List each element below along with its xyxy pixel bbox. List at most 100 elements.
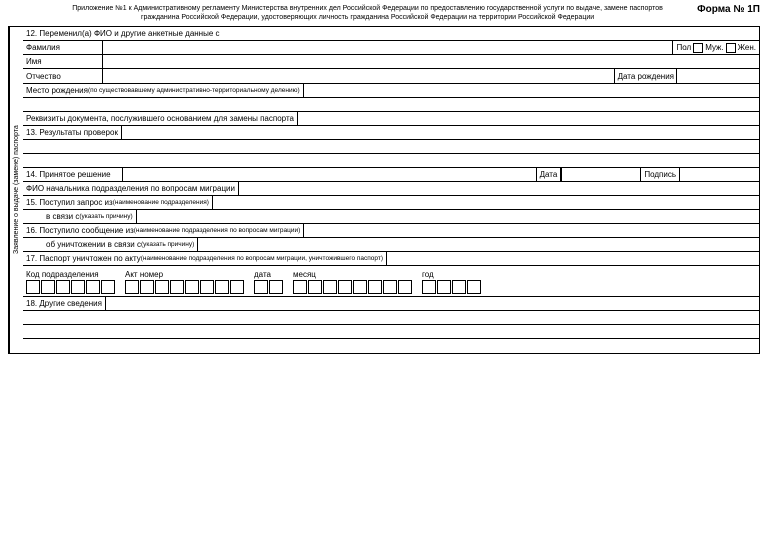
muz-checkbox[interactable] bbox=[693, 43, 703, 53]
familiya-row: Фамилия Пол Муж. Жен. bbox=[23, 41, 759, 55]
unich-row: об уничтожении в связи с (указать причин… bbox=[23, 238, 759, 252]
data-box-2[interactable] bbox=[269, 280, 283, 294]
data-code-boxes bbox=[254, 280, 283, 294]
akt-nomer-block: Акт номер bbox=[125, 270, 244, 294]
akt-box-7[interactable] bbox=[215, 280, 229, 294]
kod-pod-boxes bbox=[26, 280, 115, 294]
podpis-value[interactable] bbox=[679, 168, 759, 181]
otchestvo-label: Отчество bbox=[23, 69, 103, 83]
svyazi-label-text: в связи с bbox=[46, 212, 79, 221]
familiya-label: Фамилия bbox=[23, 41, 103, 54]
god-box-3[interactable] bbox=[452, 280, 466, 294]
kod-box-3[interactable] bbox=[56, 280, 70, 294]
sec14-label: 14. Принятое решение bbox=[23, 168, 123, 181]
muz-label: Муж. bbox=[705, 43, 723, 52]
mesyac-box-3[interactable] bbox=[323, 280, 337, 294]
unich-value[interactable] bbox=[197, 238, 759, 251]
akt-box-6[interactable] bbox=[200, 280, 214, 294]
sec18-value[interactable] bbox=[106, 297, 759, 310]
pol-block: Пол Муж. Жен. bbox=[673, 41, 759, 54]
kod-box-2[interactable] bbox=[41, 280, 55, 294]
kod-box-6[interactable] bbox=[101, 280, 115, 294]
data-rozhdeniya-label: Дата рождения bbox=[618, 72, 674, 81]
mesto-rozhdeniya-value[interactable] bbox=[303, 84, 759, 97]
akt-box-4[interactable] bbox=[170, 280, 184, 294]
sec13-row: 13. Результаты проверок bbox=[23, 126, 759, 140]
final-row-2 bbox=[23, 325, 759, 339]
imya-value[interactable] bbox=[103, 55, 759, 68]
rekvizity-value[interactable] bbox=[297, 112, 759, 125]
final-row-3 bbox=[23, 339, 759, 353]
sec18-label: 18. Другие сведения bbox=[23, 297, 106, 310]
sec14-row: 14. Принятое решение Дата Подпись bbox=[23, 168, 759, 182]
mesto-rozhdeniya-label: Место рождения (по существовавшему админ… bbox=[23, 84, 303, 97]
mesto-label-text: Место рождения bbox=[26, 86, 88, 95]
sec12-header-text: 12. Переменил(а) ФИО и другие анкетные д… bbox=[26, 29, 220, 38]
zhen-label: Жен. bbox=[738, 43, 756, 52]
sec17-sub-text: (наименование подразделения по вопросам … bbox=[141, 255, 383, 262]
data-rozhdeniya-value[interactable] bbox=[676, 69, 756, 83]
kod-box-4[interactable] bbox=[71, 280, 85, 294]
mesyac-box-8[interactable] bbox=[398, 280, 412, 294]
kod-pod-label: Код подразделения bbox=[26, 270, 115, 279]
sec18-row: 18. Другие сведения bbox=[23, 297, 759, 311]
god-boxes bbox=[422, 280, 481, 294]
sec14-value[interactable] bbox=[123, 168, 537, 181]
sec13-value[interactable] bbox=[121, 126, 759, 139]
sec16-value[interactable] bbox=[303, 224, 759, 237]
svyazi-indent bbox=[23, 210, 43, 223]
svyazi-value[interactable] bbox=[136, 210, 759, 223]
unich-sub-text: (указать причину) bbox=[141, 241, 194, 248]
akt-box-1[interactable] bbox=[125, 280, 139, 294]
sec17-value[interactable] bbox=[386, 252, 759, 265]
sec16-label-text: 16. Поступило сообщение из bbox=[26, 226, 134, 235]
final-row-1 bbox=[23, 311, 759, 325]
kod-box-5[interactable] bbox=[86, 280, 100, 294]
rekvizity-label: Реквизиты документа, послужившего основа… bbox=[23, 112, 297, 125]
pol-label: Пол bbox=[676, 43, 691, 52]
imya-label: Имя bbox=[23, 55, 103, 68]
fio-nach-value[interactable] bbox=[239, 182, 759, 195]
mesyac-block: месяц bbox=[293, 270, 412, 294]
sec12-header: 12. Переменил(а) ФИО и другие анкетные д… bbox=[23, 27, 759, 41]
data-box-1[interactable] bbox=[254, 280, 268, 294]
akt-box-2[interactable] bbox=[140, 280, 154, 294]
god-box-4[interactable] bbox=[467, 280, 481, 294]
sec15-label: 15. Поступил запрос из (наименование под… bbox=[23, 196, 212, 209]
mesyac-box-6[interactable] bbox=[368, 280, 382, 294]
otchestvo-row: Отчество Дата рождения bbox=[23, 69, 759, 84]
kod-pod-block: Код подразделения bbox=[26, 270, 115, 294]
sec15-value[interactable] bbox=[212, 196, 759, 209]
sec15-label-text: 15. Поступил запрос из bbox=[26, 198, 113, 207]
otchestvo-value[interactable] bbox=[103, 69, 615, 83]
mesyac-box-1[interactable] bbox=[293, 280, 307, 294]
akt-box-5[interactable] bbox=[185, 280, 199, 294]
svyazi-sub-text: (указать причину) bbox=[79, 213, 132, 220]
sec13-label: 13. Результаты проверок bbox=[23, 126, 121, 139]
mesyac-box-7[interactable] bbox=[383, 280, 397, 294]
svyazi-label: в связи с (указать причину) bbox=[43, 210, 136, 223]
mesyac-box-2[interactable] bbox=[308, 280, 322, 294]
sec16-sub-text: (наименование подразделения по вопросам … bbox=[134, 227, 301, 234]
rekvizity-row: Реквизиты документа, послужившего основа… bbox=[23, 112, 759, 126]
side-label: Заявление о выдаче (замене) паспорта bbox=[9, 27, 23, 353]
god-box-2[interactable] bbox=[437, 280, 451, 294]
data-value[interactable] bbox=[561, 168, 641, 181]
akt-box-3[interactable] bbox=[155, 280, 169, 294]
mesyac-box-4[interactable] bbox=[338, 280, 352, 294]
sec15-row: 15. Поступил запрос из (наименование под… bbox=[23, 196, 759, 210]
mesyac-box-5[interactable] bbox=[353, 280, 367, 294]
unich-label-text: об уничтожении в связи с bbox=[46, 240, 141, 249]
data-block: Дата bbox=[537, 168, 562, 181]
zhen-checkbox[interactable] bbox=[726, 43, 736, 53]
akt-box-8[interactable] bbox=[230, 280, 244, 294]
forma-label: Форма № 1П bbox=[687, 4, 760, 15]
sec17-label: 17. Паспорт уничтожен по акту (наименова… bbox=[23, 252, 386, 265]
fio-nach-row: ФИО начальника подразделения по вопросам… bbox=[23, 182, 759, 196]
god-box-1[interactable] bbox=[422, 280, 436, 294]
v-svyazi-row: в связи с (указать причину) bbox=[23, 210, 759, 224]
kod-box-1[interactable] bbox=[26, 280, 40, 294]
main-container: Заявление о выдаче (замене) паспорта 12.… bbox=[8, 26, 760, 354]
sec16-label: 16. Поступило сообщение из (наименование… bbox=[23, 224, 303, 237]
familiya-value[interactable] bbox=[103, 41, 673, 54]
